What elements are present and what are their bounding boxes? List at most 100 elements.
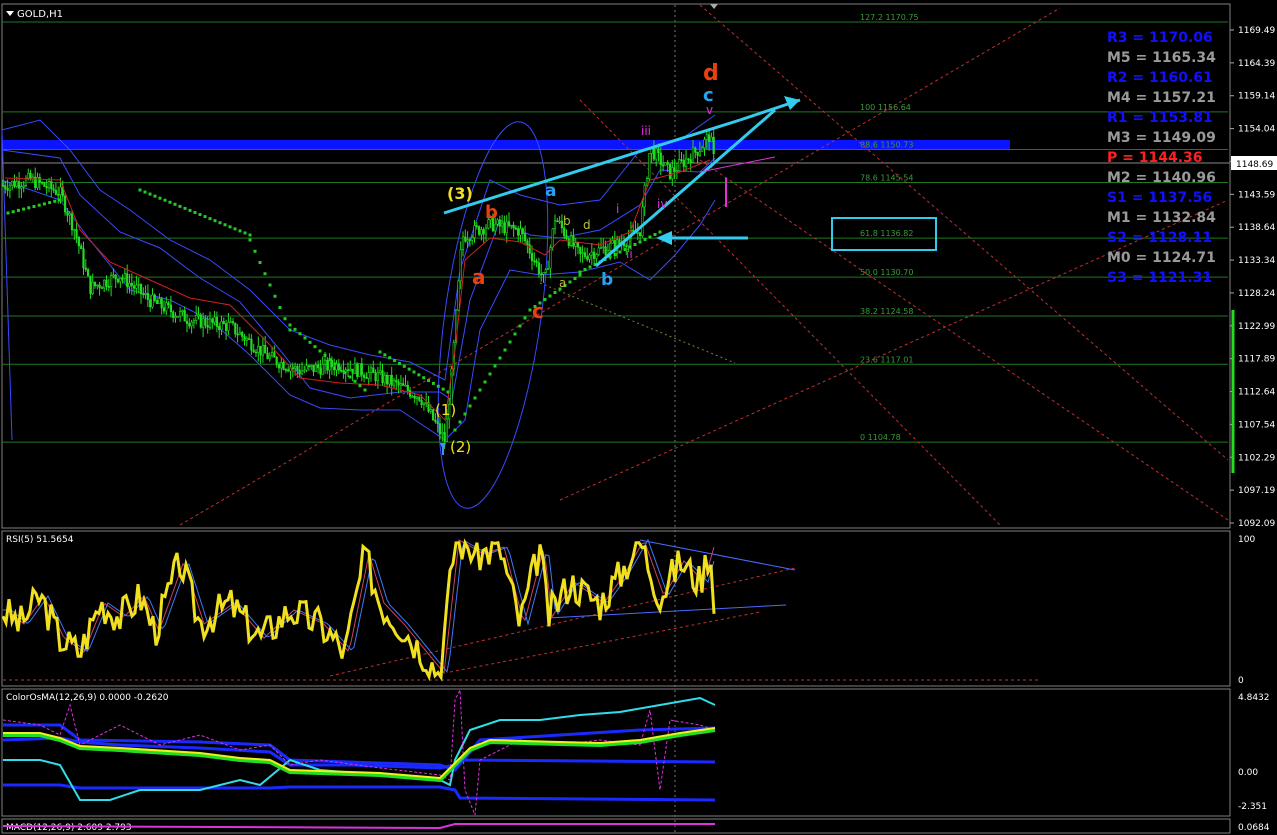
candle-body — [40, 182, 44, 184]
candle-body — [261, 345, 265, 356]
candle-body — [698, 151, 701, 156]
candle-body — [128, 282, 131, 287]
psar-dot — [338, 366, 342, 370]
psar-dot — [233, 227, 237, 231]
fib-level-label: 50.0 1130.70 — [860, 268, 913, 277]
candle-body — [535, 260, 538, 263]
candle-body — [641, 206, 644, 237]
candle-body — [119, 277, 122, 283]
candle-body — [183, 310, 186, 322]
psar-dot — [427, 379, 431, 383]
candle-body — [507, 221, 511, 227]
candle-body — [103, 279, 106, 289]
candle-body — [443, 432, 446, 442]
price-tick-label: 1122.99 — [1238, 322, 1275, 332]
candle-body — [459, 249, 462, 282]
rsi-line — [1, 538, 716, 682]
psar-dot — [412, 370, 416, 374]
candle-body — [666, 162, 669, 165]
psar-dot — [431, 381, 435, 385]
psar-dot — [378, 350, 382, 354]
candle-body — [91, 281, 94, 294]
candle-body — [248, 338, 251, 340]
candle-body — [464, 236, 467, 242]
bollinger-lower — [1, 179, 716, 441]
candle-body — [498, 219, 501, 227]
candle-body — [208, 318, 212, 328]
price-tick-label: 1107.54 — [1238, 420, 1275, 430]
psar-dot — [213, 219, 217, 223]
psar-dot — [228, 225, 232, 229]
psar-dot — [293, 327, 297, 331]
candle-body — [241, 332, 244, 337]
candle-body — [310, 365, 313, 367]
candle-body — [70, 213, 74, 231]
psar-dot — [578, 273, 582, 277]
candle-body — [392, 379, 396, 386]
candle-body — [687, 158, 690, 161]
psar-dot — [613, 253, 617, 256]
macd-value-label: 0.0684 — [1238, 823, 1270, 833]
candle-body — [609, 242, 612, 251]
rsi-max-label: 100 — [1238, 535, 1255, 545]
psar-dot — [303, 336, 307, 340]
dropdown-triangle-icon[interactable] — [6, 11, 14, 16]
psar-dot — [258, 261, 262, 264]
candle-body — [268, 355, 271, 359]
candle-body — [429, 409, 432, 412]
pivot-level: S3 = 1121.31 — [1107, 270, 1212, 286]
psar-dot — [518, 324, 522, 328]
candle-body — [57, 194, 60, 196]
wave-ii: ii — [626, 247, 633, 261]
candle-body — [567, 238, 570, 246]
candle-body — [636, 232, 639, 234]
psar-dot — [503, 348, 507, 352]
pivot-level: R2 = 1160.61 — [1107, 70, 1213, 86]
psar-dot — [618, 250, 622, 254]
candle-body — [397, 381, 400, 386]
candle-body — [431, 409, 435, 421]
candle-body — [188, 323, 191, 327]
candle-body — [358, 363, 361, 377]
wave-d-red: d — [703, 61, 719, 86]
candle-body — [671, 167, 674, 180]
psar-dot — [446, 390, 450, 394]
candle-body — [15, 181, 18, 187]
wave-a-blue: a — [545, 181, 556, 201]
candle-body — [282, 362, 285, 370]
candle-body — [381, 370, 384, 384]
psar-dot — [583, 268, 587, 271]
fib-level-label: 0 1104.78 — [860, 433, 901, 442]
psar-dot — [473, 396, 477, 400]
psar-dot — [238, 229, 242, 233]
candle-body — [202, 318, 205, 328]
candle-body — [583, 252, 586, 257]
psar-dot — [148, 192, 152, 196]
candle-body — [661, 164, 665, 167]
price-tick-label: 1112.64 — [1238, 388, 1275, 398]
candle-body — [590, 251, 593, 256]
candle-body — [54, 190, 57, 195]
psar-dot — [638, 240, 642, 244]
candle-body — [563, 227, 566, 236]
psar-dot — [323, 353, 327, 357]
rsi-trend-upper — [639, 539, 796, 571]
psar-dot — [22, 207, 26, 211]
psar-dot — [483, 380, 487, 384]
psar-dot — [248, 238, 252, 242]
candle-body — [390, 374, 393, 386]
candle-body — [328, 360, 331, 371]
candle-body — [664, 162, 667, 166]
candle-body — [8, 184, 11, 191]
candle-body — [293, 365, 297, 369]
candle-body — [280, 362, 283, 369]
osma-mid-label: 0.00 — [1238, 768, 1258, 778]
rsi-min-label: 0 — [1238, 676, 1244, 686]
psar-dot — [263, 272, 267, 276]
trendline-down-1 — [579, 99, 1001, 526]
candle-body — [526, 240, 529, 246]
psar-dot — [198, 213, 202, 217]
wave-iv: iv — [657, 197, 667, 211]
psar-dot — [243, 231, 247, 235]
candle-body — [303, 369, 306, 372]
